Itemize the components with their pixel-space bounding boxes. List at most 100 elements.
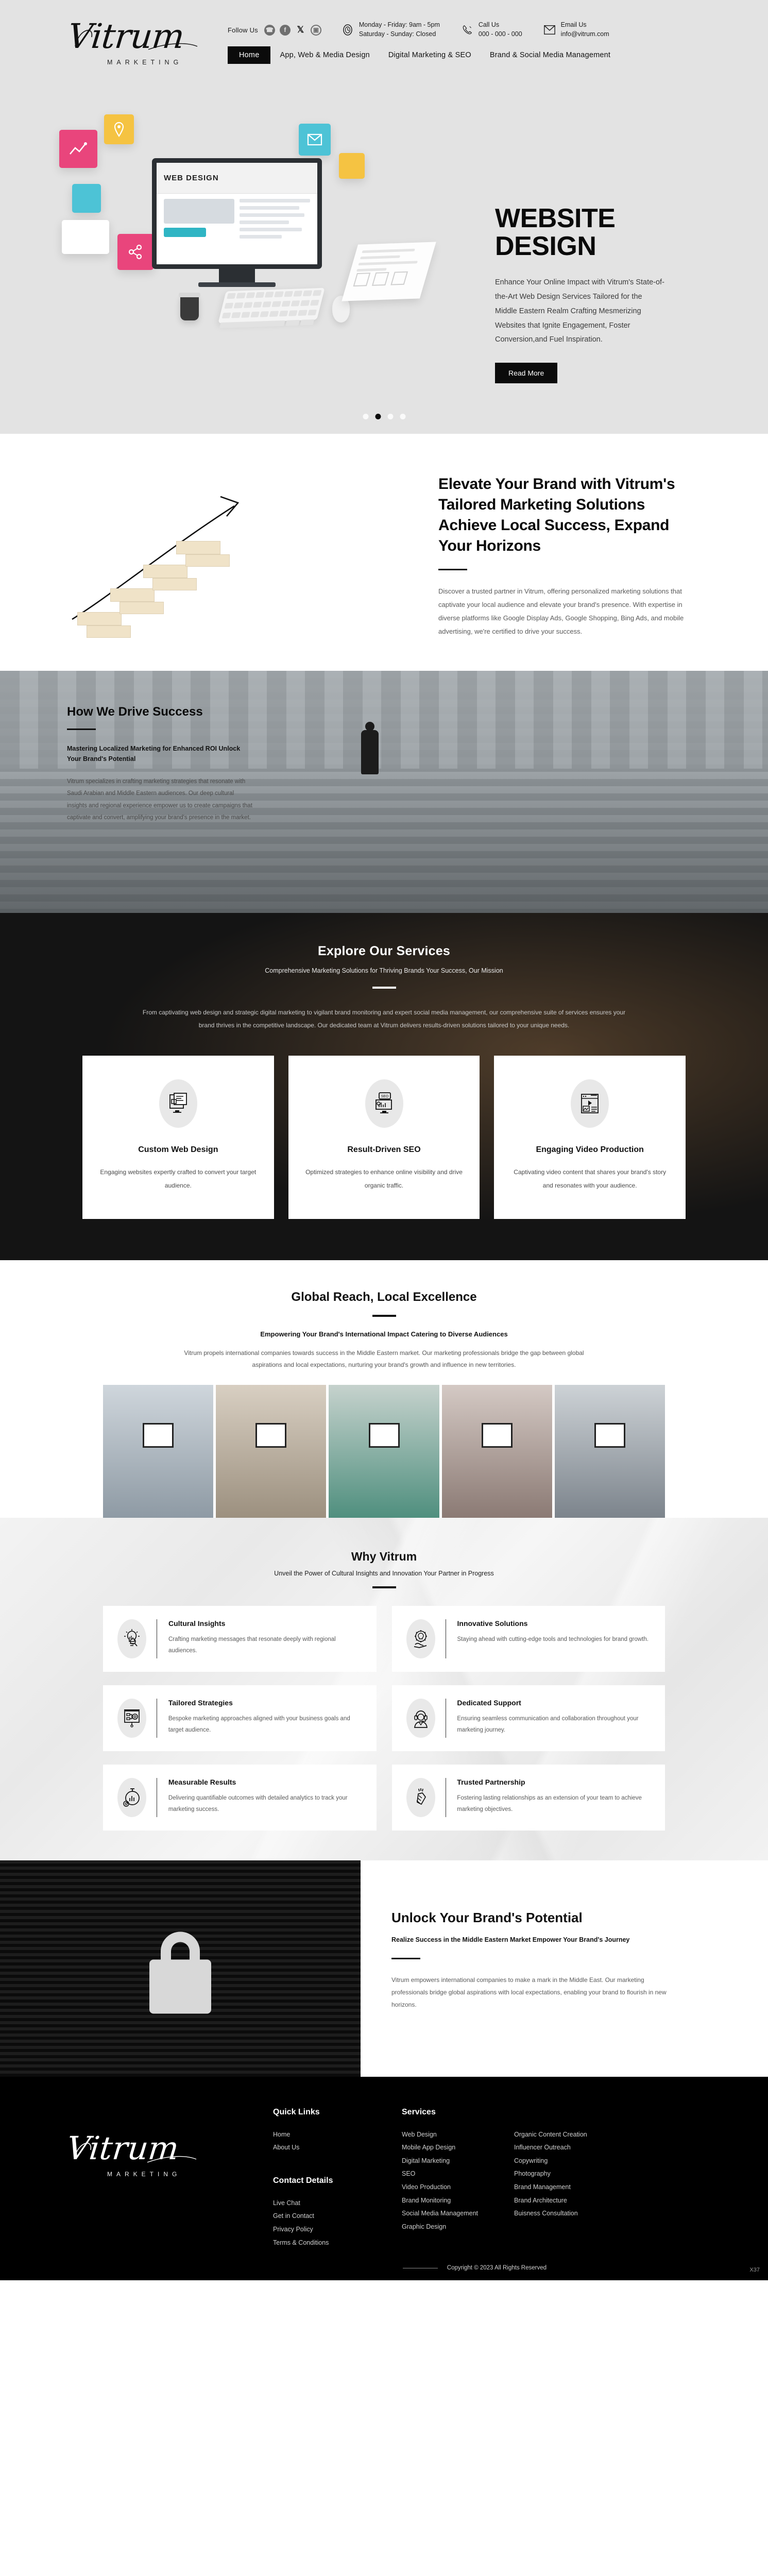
footer-logo[interactable]: Vitrum MARKETING [46,2103,273,2211]
footer-link-privacy-policy[interactable]: Privacy Policy [273,2223,402,2236]
services-divider [372,987,396,989]
instagram-icon[interactable]: ▣ [310,24,321,36]
paper-sheets [342,242,436,301]
drive-success-paragraph: Vitrum specializes in crafting marketing… [67,778,252,821]
call-us-number[interactable]: 000 - 000 - 000 [479,30,522,39]
topbar-info: Follow Us ☎ f 𝕏 ▣ Monday - Friday: 9am -… [216,18,737,67]
email-us[interactable]: Email Us info@vitrum.com [543,21,609,39]
drive-success-divider [67,728,96,730]
footer-service-link[interactable]: Web Design [402,2128,478,2142]
coffee-cup [179,293,200,320]
email-us-address[interactable]: info@vitrum.com [561,30,609,39]
elevate-illustration [0,434,438,671]
monitor-screen-content [157,194,317,247]
site-footer: Vitrum MARKETING Quick Links Home About … [0,2076,768,2281]
why-card[interactable]: Innovative Solutions Staying ahead with … [391,1605,665,1672]
presentation-gear-icon [117,1698,146,1738]
deco-card-pink-share [117,234,153,270]
carousel-dot-3[interactable] [387,414,393,419]
nav-item-home[interactable]: Home [228,46,271,64]
service-card-title: Result-Driven SEO [347,1145,421,1155]
footer-service-link[interactable]: Brand Architecture [514,2194,587,2208]
footer-service-link[interactable]: Digital Marketing [402,2155,478,2168]
footer-service-link[interactable]: Brand Management [514,2181,587,2194]
team-photo [103,1384,214,1518]
gear-lightbulb-hand-icon [406,1619,435,1658]
why-card[interactable]: Measurable Results Delivering quantifiab… [103,1764,377,1831]
service-card[interactable]: Custom Web Design Engaging websites expe… [82,1056,274,1219]
x-twitter-icon[interactable]: 𝕏 [295,25,306,36]
carousel-dots[interactable] [363,414,405,419]
social-links[interactable]: ☎ f 𝕏 ▣ [264,24,321,36]
topbar-contact-row: Follow Us ☎ f 𝕏 ▣ Monday - Friday: 9am -… [216,21,737,39]
growth-arrow-icon [72,496,240,620]
monitor-col-right [240,199,310,242]
global-reach-photos [0,1384,768,1518]
footer-build-tag: X37 [749,2267,760,2274]
lightbulb-magnifier-icon [117,1619,146,1658]
monitor-screen-title: WEB DESIGN [157,163,317,194]
headset-agent-icon [406,1698,435,1738]
footer-services-lists: Web Design Mobile App Design Digital Mar… [402,2128,722,2234]
service-card[interactable]: Engaging Video Production Captivating vi… [494,1056,686,1219]
keyboard [218,287,325,329]
footer-service-link[interactable]: Brand Monitoring [402,2194,478,2208]
why-card-title: Measurable Results [168,1777,236,1786]
why-card[interactable]: Trusted Partnership Fostering lasting re… [391,1764,665,1831]
footer-service-link[interactable]: Influencer Outreach [514,2141,587,2155]
service-card[interactable]: SEO Result-Driven SEO Optimized strategi… [288,1056,480,1219]
footer-service-link[interactable]: Buisness Consultation [514,2207,587,2221]
footer-link-get-in-contact[interactable]: Get in Contact [273,2210,402,2223]
carousel-dot-1[interactable] [363,414,368,419]
nav-item-digital-marketing-seo[interactable]: Digital Marketing & SEO [379,46,481,64]
unlock-subheading: Realize Success in the Middle Eastern Ma… [391,1936,630,1943]
hero-section: WEB DESIGN WEBSITE DESIGN Enhance Your O… [0,73,768,434]
why-card[interactable]: Dedicated Support Ensuring seamless comm… [391,1685,665,1751]
facebook-icon[interactable]: f [279,24,291,36]
services-section: Explore Our Services Comprehensive Marke… [0,913,768,1260]
footer-service-link[interactable]: Organic Content Creation [514,2128,587,2142]
carousel-dot-4[interactable] [400,414,405,419]
monitor-mockup: WEB DESIGN [152,158,322,287]
drive-success-subheading: Mastering Localized Marketing for Enhanc… [67,745,241,763]
footer-link-terms-conditions[interactable]: Terms & Conditions [273,2236,402,2250]
footer-service-link[interactable]: SEO [402,2167,478,2181]
footer-link-live-chat[interactable]: Live Chat [273,2197,402,2210]
nav-item-brand-social-media-management[interactable]: Brand & Social Media Management [481,46,620,64]
footer-service-link[interactable]: Graphic Design [402,2221,478,2234]
stopwatch-chart-icon [117,1777,146,1817]
service-cards: Custom Web Design Engaging websites expe… [0,1056,768,1219]
service-card-text: Optimized strategies to enhance online v… [305,1168,463,1189]
hours-line-2: Saturday - Sunday: Closed [359,30,436,38]
services-heading: Explore Our Services [318,944,450,958]
whatsapp-icon[interactable]: ☎ [264,24,275,36]
footer-bottom: Copyright © 2023 All Rights Reserved [46,2249,722,2280]
nav-item-app-web-media-design[interactable]: App, Web & Media Design [270,46,379,64]
hero-read-more-button[interactable]: Read More [495,363,558,384]
footer-service-link[interactable]: Social Media Management [402,2207,478,2221]
logo[interactable]: Vitrum MARKETING [46,11,216,73]
why-card-text: Ensuring seamless communication and coll… [457,1715,639,1733]
main-navigation[interactable]: Home App, Web & Media Design Digital Mar… [216,46,737,67]
footer-link-home[interactable]: Home [273,2128,402,2142]
monitor-col-left [164,199,234,242]
footer-service-link[interactable]: Copywriting [514,2155,587,2168]
footer-service-link[interactable]: Photography [514,2167,587,2181]
services-subheading: Comprehensive Marketing Solutions for Th… [265,967,503,974]
services-paragraph: From captivating web design and strategi… [142,1009,626,1029]
global-reach-heading: Global Reach, Local Excellence [291,1290,477,1304]
footer-service-link[interactable]: Mobile App Design [402,2141,478,2155]
hero-title-line-2: DESIGN [495,231,596,262]
why-card[interactable]: Cultural Insights Crafting marketing mes… [103,1605,377,1672]
footer-service-link[interactable]: Video Production [402,2181,478,2194]
footer-link-about-us[interactable]: About Us [273,2141,402,2155]
seo-monitor-icon: SEO [365,1079,403,1128]
why-card-title: Trusted Partnership [457,1777,525,1786]
handshake-icon [406,1777,435,1817]
service-card-title: Engaging Video Production [536,1145,644,1155]
call-us[interactable]: Call Us 000 - 000 - 000 [460,21,522,39]
logo-wordmark: Vitrum [65,16,186,56]
footer-services-list-2: Organic Content Creation Influencer Outr… [514,2128,587,2234]
carousel-dot-2[interactable] [375,414,381,419]
why-card[interactable]: Tailored Strategies Bespoke marketing ap… [103,1685,377,1751]
